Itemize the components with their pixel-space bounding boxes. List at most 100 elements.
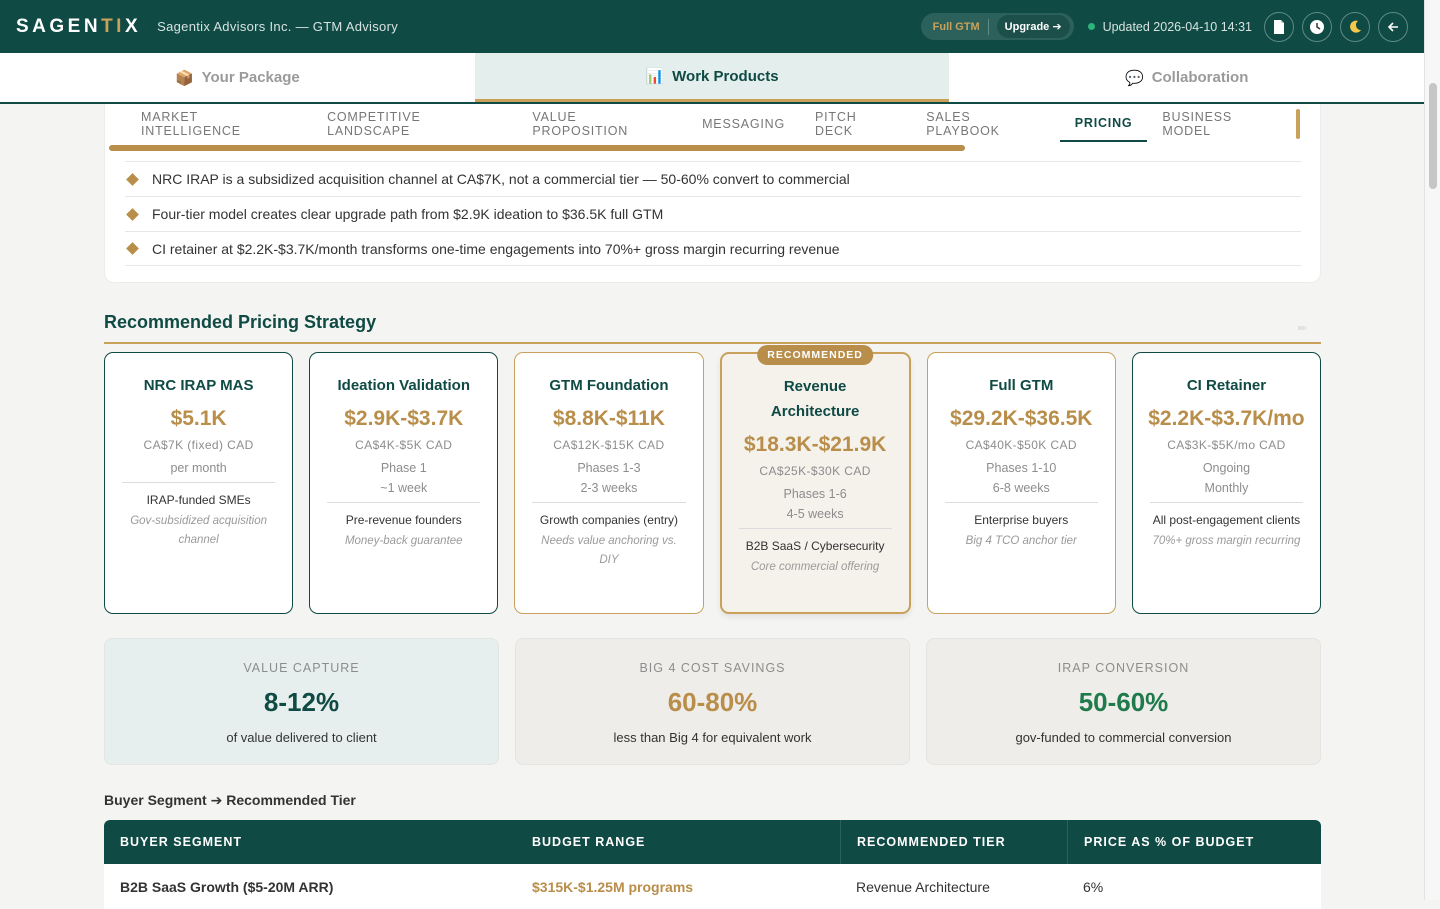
sub-tabs: MARKET INTELLIGENCE COMPETITIVE LANDSCAP… — [105, 104, 1320, 144]
metric-card-irap-conversion: IRAP CONVERSION 50-60% gov-funded to com… — [926, 638, 1321, 765]
subtab-progress-bar — [109, 145, 965, 151]
tier-price: $18.3K-$21.9K — [743, 433, 887, 456]
metric-card-value-capture: VALUE CAPTURE 8-12% of value delivered t… — [104, 638, 499, 765]
list-item: Four-tier model creates clear upgrade pa… — [125, 196, 1301, 231]
chart-icon: 📊 — [645, 68, 665, 85]
subtab-messaging[interactable]: MESSAGING — [687, 107, 800, 141]
list-item: CI retainer at $2.2K-$3.7K/month transfo… — [125, 231, 1301, 266]
tier-cad-price: CA$3K-$5K/mo CAD — [1167, 438, 1286, 452]
column-header[interactable]: RECOMMENDED TIER — [840, 820, 1067, 864]
tier-phases: Ongoing — [1202, 461, 1251, 475]
top-bar: SAGENTIX Sagentix Advisors Inc. — GTM Ad… — [0, 0, 1424, 53]
subtab-pitch-deck[interactable]: PITCH DECK — [800, 100, 911, 148]
tier-phases: Phases 1-6 — [783, 487, 847, 501]
metric-label: VALUE CAPTURE — [243, 661, 360, 675]
tier-card-nrc-irap[interactable]: NRC IRAP MAS $5.1K CA$7K (fixed) CAD per… — [104, 352, 294, 614]
tier-price: $5.1K — [170, 407, 227, 430]
moon-icon[interactable] — [1340, 11, 1370, 42]
updated-timestamp: Updated 2026-04-10 14:31 — [1102, 19, 1252, 34]
metric-description: of value delivered to client — [226, 730, 377, 745]
tier-phases: Phases 1-3 — [577, 461, 641, 475]
speech-bubble-icon: 💬 — [1125, 69, 1144, 87]
tier-card-full-gtm[interactable]: Full GTM $29.2K-$36.5K CA$40K-$50K CAD P… — [926, 352, 1116, 614]
tab-your-package[interactable]: 📦 Your Package — [0, 53, 475, 102]
tier-phases: Phase 1 — [380, 461, 427, 475]
metric-description: gov-funded to commercial conversion — [1015, 730, 1232, 745]
column-header[interactable]: BUDGET RANGE — [516, 820, 840, 864]
tier-cad-price: CA$12K-$15K CAD — [553, 438, 665, 452]
tier-card-revenue-architecture[interactable]: RECOMMENDED Revenue Architecture $18.3K-… — [719, 345, 911, 614]
tier-name: Ideation Validation — [337, 377, 471, 394]
tier-cad-price: CA$4K-$5K CAD — [355, 438, 453, 452]
tier-card-ideation[interactable]: Ideation Validation $2.9K-$3.7K CA$4K-$5… — [309, 352, 499, 614]
tier-audience: Pre-revenue founders — [345, 513, 462, 527]
table-cell: Revenue Architecture — [856, 878, 990, 895]
diamond-bullet-icon — [126, 242, 139, 255]
table-header: BUYER SEGMENT BUDGET RANGE RECOMMENDED T… — [104, 820, 1321, 864]
tier-card-ci-retainer[interactable]: CI Retainer $2.2K-$3.7K/mo CA$3K-$5K/mo … — [1131, 352, 1322, 614]
tier-price: $29.2K-$36.5K — [950, 407, 1093, 430]
tier-price: $2.9K-$3.7K — [344, 407, 464, 430]
metric-value: 8-12% — [263, 687, 340, 717]
package-icon: 📦 — [174, 69, 194, 87]
tier-name: Revenue Architecture — [770, 378, 860, 420]
tier-note: Core commercial offering — [750, 561, 880, 573]
tier-note: Big 4 TCO anchor tier — [965, 535, 1077, 547]
tier-name: Full GTM — [989, 377, 1054, 394]
tier-duration: 2-3 weeks — [580, 481, 638, 495]
tier-detail: per month — [170, 461, 227, 475]
column-header[interactable]: BUYER SEGMENT — [104, 820, 516, 864]
tier-audience: Growth companies (entry) — [539, 513, 678, 527]
tier-audience: IRAP-funded SMEs — [146, 493, 251, 507]
sagentix-logo[interactable]: SAGENTIX — [16, 16, 141, 38]
tier-name: NRC IRAP MAS — [143, 377, 254, 394]
tier-note: Gov-subsidized acquisition channel — [130, 515, 267, 546]
tier-note: Money-back guarantee — [344, 535, 463, 547]
table-cell: $315K-$1.25M programs — [532, 878, 694, 895]
status-dot — [1087, 23, 1095, 30]
table-cell: B2B SaaS Growth ($5-20M ARR) — [120, 878, 334, 895]
subtab-competitive-landscape[interactable]: COMPETITIVE LANDSCAPE — [312, 100, 517, 148]
tier-duration: 4-5 weeks — [786, 507, 844, 521]
scrollbar-thumb[interactable] — [1429, 83, 1437, 189]
tier-name: GTM Foundation — [549, 377, 669, 394]
buyer-segment-table: BUYER SEGMENT BUDGET RANGE RECOMMENDED T… — [104, 820, 1321, 909]
metric-label: IRAP CONVERSION — [1057, 661, 1190, 675]
key-insights-list: NRC IRAP is a subsidized acquisition cha… — [125, 161, 1301, 266]
metric-value: 60-80% — [667, 687, 758, 717]
tier-cad-price: CA$7K (fixed) CAD — [143, 438, 254, 452]
page-scrollbar[interactable] — [1424, 0, 1440, 900]
tier-duration: Monthly — [1204, 481, 1249, 495]
tier-price: $2.2K-$3.7K/mo — [1148, 407, 1305, 430]
tier-card-gtm-foundation[interactable]: GTM Foundation $8.8K-$11K CA$12K-$15K CA… — [514, 352, 704, 614]
tier-audience: B2B SaaS / Cybersecurity — [745, 539, 885, 553]
column-header[interactable]: PRICE AS % OF BUDGET — [1067, 820, 1321, 864]
section-title: Recommended Pricing Strategy — [104, 312, 377, 332]
back-arrow-icon[interactable] — [1378, 11, 1408, 42]
tier-audience: All post-engagement clients — [1152, 513, 1301, 527]
tier-cad-price: CA$40K-$50K CAD — [965, 438, 1077, 452]
recommended-badge: RECOMMENDED — [757, 345, 873, 365]
tab-collaboration[interactable]: 💬 Collaboration — [949, 53, 1424, 102]
clock-icon[interactable] — [1302, 11, 1332, 42]
diamond-bullet-icon — [126, 207, 139, 221]
document-icon[interactable] — [1264, 11, 1294, 42]
subtab-market-intelligence[interactable]: MARKET INTELLIGENCE — [126, 100, 312, 148]
subtab-value-proposition[interactable]: VALUE PROPOSITION — [517, 100, 687, 148]
tab-work-products[interactable]: 📊 Work Products — [474, 53, 950, 102]
subtab-pricing[interactable]: PRICING — [1059, 106, 1148, 142]
subtab-sales-playbook[interactable]: SALES PLAYBOOK — [911, 100, 1060, 148]
subtab-scroll-indicator[interactable] — [1296, 109, 1300, 139]
subtab-business-model[interactable]: BUSINESS MODEL — [1147, 100, 1296, 148]
tier-phases: Phases 1-10 — [986, 461, 1057, 475]
table-row: B2B SaaS Growth ($5-20M ARR) $315K-$1.25… — [104, 864, 1321, 909]
upgrade-button[interactable]: Upgrade ➔ — [996, 15, 1070, 38]
company-name: Sagentix Advisors Inc. — GTM Advisory — [157, 19, 399, 34]
edit-icon[interactable]: ✏ — [1298, 322, 1307, 335]
tier-cad-price: CA$25K-$30K CAD — [759, 464, 871, 478]
tier-note: Needs value anchoring vs. DIY — [541, 535, 677, 566]
metric-value: 50-60% — [1078, 687, 1169, 717]
diamond-bullet-icon — [126, 172, 139, 186]
tier-duration: 6-8 weeks — [992, 481, 1050, 495]
metric-label: BIG 4 COST SAVINGS — [639, 661, 786, 675]
